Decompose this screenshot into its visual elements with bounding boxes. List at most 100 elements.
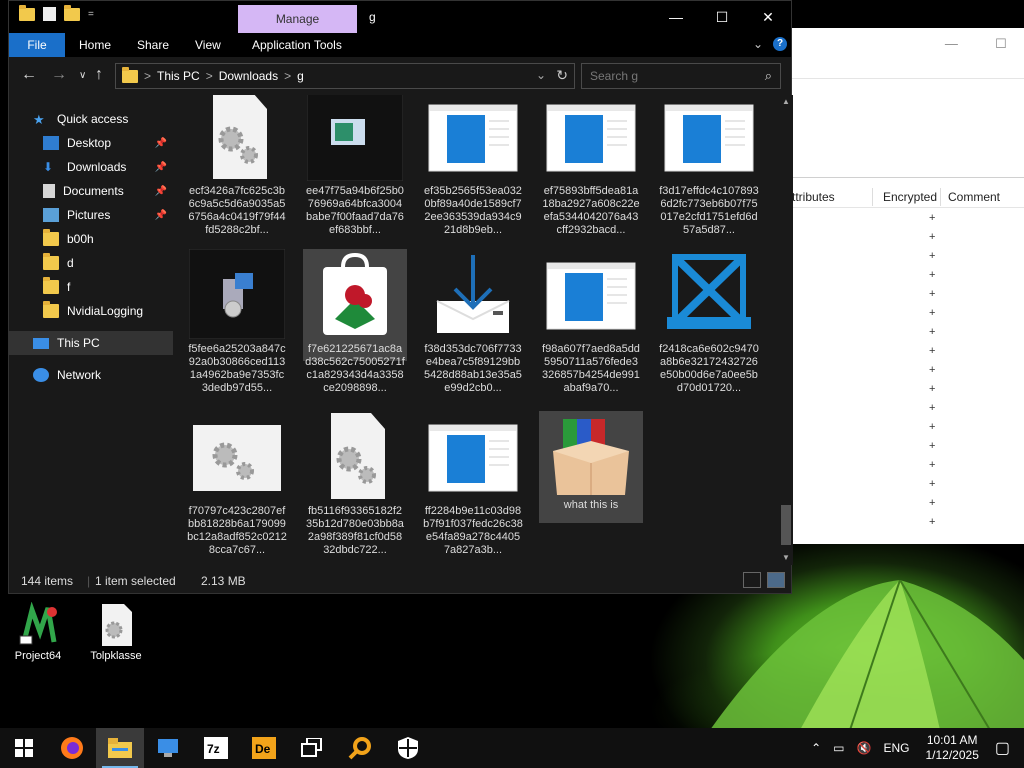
file-item[interactable]: ef35b2565f53ea0320bf89a40de1589cf72ee363…	[421, 95, 525, 236]
column-header-comment[interactable]: Comment	[948, 190, 1000, 204]
minimize-icon[interactable]: —	[928, 36, 974, 51]
scroll-up-icon[interactable]: ▲	[782, 97, 790, 106]
properties-icon[interactable]	[43, 7, 56, 21]
encrypted-mark: +	[929, 250, 936, 262]
file-item[interactable]: ff2284b9e11c03d98b7f91f037fedc26c38e54fa…	[421, 411, 525, 556]
file-item[interactable]: fb5116f93365182f235b12d780e03bb8a2a98f38…	[303, 411, 407, 556]
sidebar-item-b00h[interactable]: b00h	[9, 227, 173, 251]
sidebar-item-desktop[interactable]: Desktop 📌	[9, 131, 173, 155]
action-center-icon[interactable]: ▢	[995, 738, 1010, 758]
file-item[interactable]: ef75893bff5dea81a18ba2927a608c22eefa5344…	[539, 95, 643, 236]
chevron-up-icon[interactable]: ⌃	[811, 741, 821, 755]
blue-window-icon	[425, 95, 521, 181]
sidebar-item-network[interactable]: Network	[9, 363, 173, 387]
file-explorer-icon[interactable]	[96, 728, 144, 768]
sidebar-item-downloads[interactable]: ⬇ Downloads 📌	[9, 155, 173, 179]
chevron-down-icon[interactable]: ⌄	[536, 68, 546, 82]
encrypted-mark: +	[929, 364, 936, 376]
7zip-icon[interactable]: 7z	[192, 728, 240, 768]
sidebar-item-d[interactable]: d	[9, 251, 173, 275]
close-button[interactable]: ✕	[745, 1, 791, 33]
sidebar-item-pictures[interactable]: Pictures 📌	[9, 203, 173, 227]
file-item[interactable]: f38d353dc706f7733e4bea7c5f89129bb5428d88…	[421, 249, 525, 394]
pin-icon[interactable]: 📌	[155, 162, 167, 173]
encrypted-mark: +	[929, 459, 936, 471]
title-bar[interactable]: = Manage g — ☐ ✕	[9, 1, 791, 33]
file-item[interactable]: ecf3426a7fc625c3b6c9a5c5d6a9035a56756a4c…	[185, 95, 289, 236]
recent-locations-icon[interactable]: ∨	[79, 70, 86, 81]
volume-muted-icon[interactable]: 🔇	[857, 741, 872, 755]
desktop-icon-tolpklasse[interactable]: Tolpklasse	[84, 602, 148, 662]
minimize-button[interactable]: —	[653, 1, 699, 33]
sidebar-item-nvidialogging[interactable]: NvidiaLogging	[9, 299, 173, 323]
dolphin-icon[interactable]: De	[240, 728, 288, 768]
tab-home[interactable]: Home	[65, 33, 125, 57]
file-item[interactable]: f70797c423c2807efbb81828b6a179099bc12a8a…	[185, 411, 289, 556]
file-item[interactable]: f2418ca6e602c9470a8b6e32172432726e50b00d…	[657, 249, 761, 394]
background-window-titlebar[interactable]: — ☐	[792, 28, 1024, 58]
maximize-icon[interactable]: ☐	[978, 36, 1024, 52]
tab-file[interactable]: File	[9, 33, 65, 57]
breadcrumb-downloads[interactable]: Downloads	[219, 69, 278, 83]
folder-icon	[43, 301, 59, 318]
breadcrumb-separator[interactable]: >	[284, 69, 291, 83]
forward-arrow-icon[interactable]: →	[51, 66, 67, 84]
column-header-attributes[interactable]: ttributes	[792, 190, 835, 204]
scroll-down-icon[interactable]: ▼	[782, 553, 790, 562]
start-icon[interactable]	[0, 728, 48, 768]
column-divider[interactable]	[940, 188, 941, 206]
sidebar-item-f[interactable]: f	[9, 275, 173, 299]
file-item[interactable]: what this is	[539, 411, 643, 523]
tab-application-tools[interactable]: Application Tools	[238, 33, 356, 57]
pin-icon[interactable]: 📌	[155, 138, 167, 149]
pin-icon[interactable]: 📌	[155, 210, 167, 221]
details-view-icon[interactable]	[743, 572, 761, 588]
column-header-encrypted[interactable]: Encrypted	[883, 190, 937, 204]
folder-icon[interactable]	[19, 4, 35, 21]
tab-share[interactable]: Share	[123, 33, 183, 57]
new-folder-icon[interactable]	[64, 4, 80, 21]
breadcrumb-separator[interactable]: >	[206, 69, 213, 83]
search-input[interactable]: Search g ⌕	[581, 63, 781, 89]
file-explorer-window[interactable]: = Manage g — ☐ ✕ File Home Share View Ap…	[8, 0, 793, 594]
back-arrow-icon[interactable]: ←	[21, 66, 37, 84]
sidebar-item-quick-access[interactable]: ★ Quick access	[9, 107, 173, 131]
vertical-scrollbar[interactable]: ▲ ▼	[779, 95, 793, 565]
search-icon[interactable]: ⌕	[765, 68, 772, 84]
background-window[interactable]: — ☐ ttributes Encrypted Comment + + + + + + + +…	[792, 28, 1024, 544]
search-tool-icon[interactable]	[336, 728, 384, 768]
language-indicator[interactable]: ENG	[883, 741, 909, 755]
breadcrumb-this-pc[interactable]: This PC	[157, 69, 200, 83]
clock[interactable]: 10:01 AM 1/12/2025	[925, 733, 978, 763]
task-view-icon[interactable]	[288, 728, 336, 768]
folder-icon	[43, 253, 59, 270]
refresh-icon[interactable]: ↻	[556, 67, 568, 84]
large-icons-view-icon[interactable]	[767, 572, 785, 588]
address-bar[interactable]: > This PC > Downloads > g ⌄ ↻	[115, 63, 575, 89]
help-icon[interactable]: ?	[773, 37, 787, 51]
file-item[interactable]: f3d17effdc4c1078936d2fc773eb6b07f75017e2…	[657, 95, 761, 236]
notification-device-icon[interactable]: ▭	[833, 741, 844, 755]
file-item[interactable]: ee47f75a94b6f25b076969a64bfca3004babe7f0…	[303, 95, 407, 236]
sidebar-item-this-pc[interactable]: This PC	[9, 331, 173, 355]
breadcrumb-separator[interactable]: >	[144, 69, 151, 83]
up-arrow-icon[interactable]: ↑	[95, 66, 103, 84]
breadcrumb-g[interactable]: g	[297, 69, 304, 83]
file-name: ff2284b9e11c03d98b7f91f037fedc26c38e54fa…	[423, 505, 523, 556]
file-item[interactable]: f98a607f7aed8a5dd5950711a576fede3326857b…	[539, 249, 643, 394]
sidebar-item-documents[interactable]: Documents 📌	[9, 179, 173, 203]
manage-tab[interactable]: Manage	[238, 5, 357, 33]
column-divider[interactable]	[872, 188, 873, 206]
expand-ribbon-icon[interactable]: ⌄	[753, 37, 763, 51]
desktop-icon-project64[interactable]: Project64	[6, 601, 70, 662]
pin-icon[interactable]: 📌	[155, 186, 167, 197]
tab-view[interactable]: View	[181, 33, 235, 57]
quick-access-dropdown[interactable]: =	[88, 9, 94, 20]
security-icon[interactable]	[384, 728, 432, 768]
file-item[interactable]: f5fee6a25203a847c92a0b30866ced1131a4962b…	[185, 248, 289, 394]
network-computer-icon[interactable]	[144, 728, 192, 768]
maximize-button[interactable]: ☐	[699, 1, 745, 33]
file-item[interactable]: f7e621225671ac8ad38c562c75005271fc1a8293…	[303, 249, 407, 394]
firefox-icon[interactable]	[48, 728, 96, 768]
scrollbar-thumb[interactable]	[781, 505, 791, 545]
